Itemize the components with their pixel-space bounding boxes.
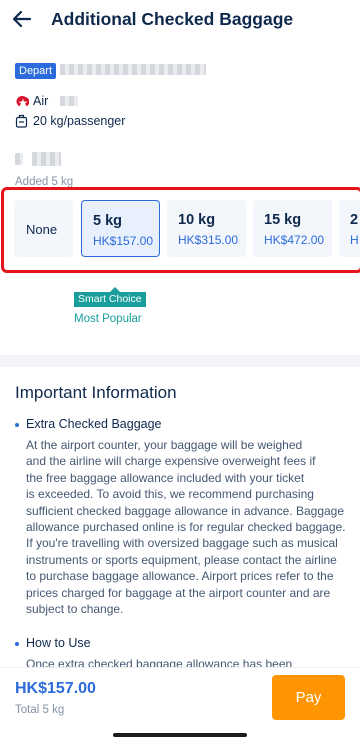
most-popular-label: Most Popular [74, 313, 142, 325]
home-indicator [113, 733, 247, 737]
info-line: instruments or sports equipment, please … [26, 552, 337, 567]
header-bar: Additional Checked Baggage [0, 0, 360, 40]
info-line: At the airport counter, your baggage wil… [26, 438, 303, 452]
route-redacted [60, 64, 206, 75]
option-20kg-partial[interactable]: 2 H [339, 200, 360, 257]
info-line: subject to change. [26, 602, 124, 617]
option-price: HK$472.00 [264, 233, 325, 247]
baggage-allowance: 20 kg/passenger [33, 114, 126, 128]
option-weight: 5 kg [93, 213, 123, 229]
option-price: HK$315.00 [178, 233, 239, 247]
info-line: to purchase baggage allowance. Airport p… [26, 569, 334, 584]
option-price: HK$157.00 [93, 234, 154, 248]
total-weight-label: Total 5 kg [15, 704, 65, 716]
passenger-name-redacted [15, 153, 23, 165]
flight-number-redacted [60, 96, 78, 106]
bullet-dot [15, 642, 19, 646]
bullet-dot [15, 423, 19, 427]
option-weight: None [26, 222, 58, 237]
option-price: H [350, 233, 359, 247]
option-10kg[interactable]: 10 kg HK$315.00 [167, 200, 246, 257]
option-weight: 10 kg [178, 212, 216, 228]
info-line: the free baggage allowance included with… [26, 470, 305, 485]
section-divider [0, 355, 360, 367]
info-section-heading: How to Use [26, 636, 91, 650]
arrow-left-icon[interactable] [10, 7, 34, 31]
info-section-body: At the airport counter, your baggage wil… [26, 437, 348, 617]
info-line: If you're travelling with oversized bagg… [26, 536, 338, 551]
smart-choice-badge: Smart Choice [74, 287, 146, 307]
important-info-title: Important Information [15, 383, 177, 402]
info-line: allowance purchased online is for regula… [26, 520, 346, 535]
info-line: and the airline will charge expensive ov… [26, 454, 316, 469]
page-title: Additional Checked Baggage [51, 9, 294, 29]
info-line: sufficient checked baggage allowance in … [26, 503, 345, 518]
pay-button[interactable]: Pay [272, 675, 345, 720]
total-price: HK$157.00 [15, 680, 96, 697]
option-none[interactable]: None [14, 200, 73, 257]
baggage-icon [15, 114, 28, 128]
option-weight: 15 kg [264, 212, 302, 228]
option-15kg[interactable]: 15 kg HK$472.00 [253, 200, 332, 257]
airline-name: Air [33, 94, 49, 108]
airline-logo-icon [16, 96, 29, 107]
passenger-surname-redacted [32, 152, 61, 166]
depart-badge: Depart [15, 63, 57, 79]
info-line: is exceeded. To avoid this, we recommend… [26, 487, 314, 502]
info-line: prices charged for baggage at the airpor… [26, 585, 331, 600]
option-5kg[interactable]: 5 kg HK$157.00 [81, 200, 160, 257]
info-section-heading: Extra Checked Baggage [26, 417, 162, 431]
option-weight: 2 [350, 212, 359, 228]
